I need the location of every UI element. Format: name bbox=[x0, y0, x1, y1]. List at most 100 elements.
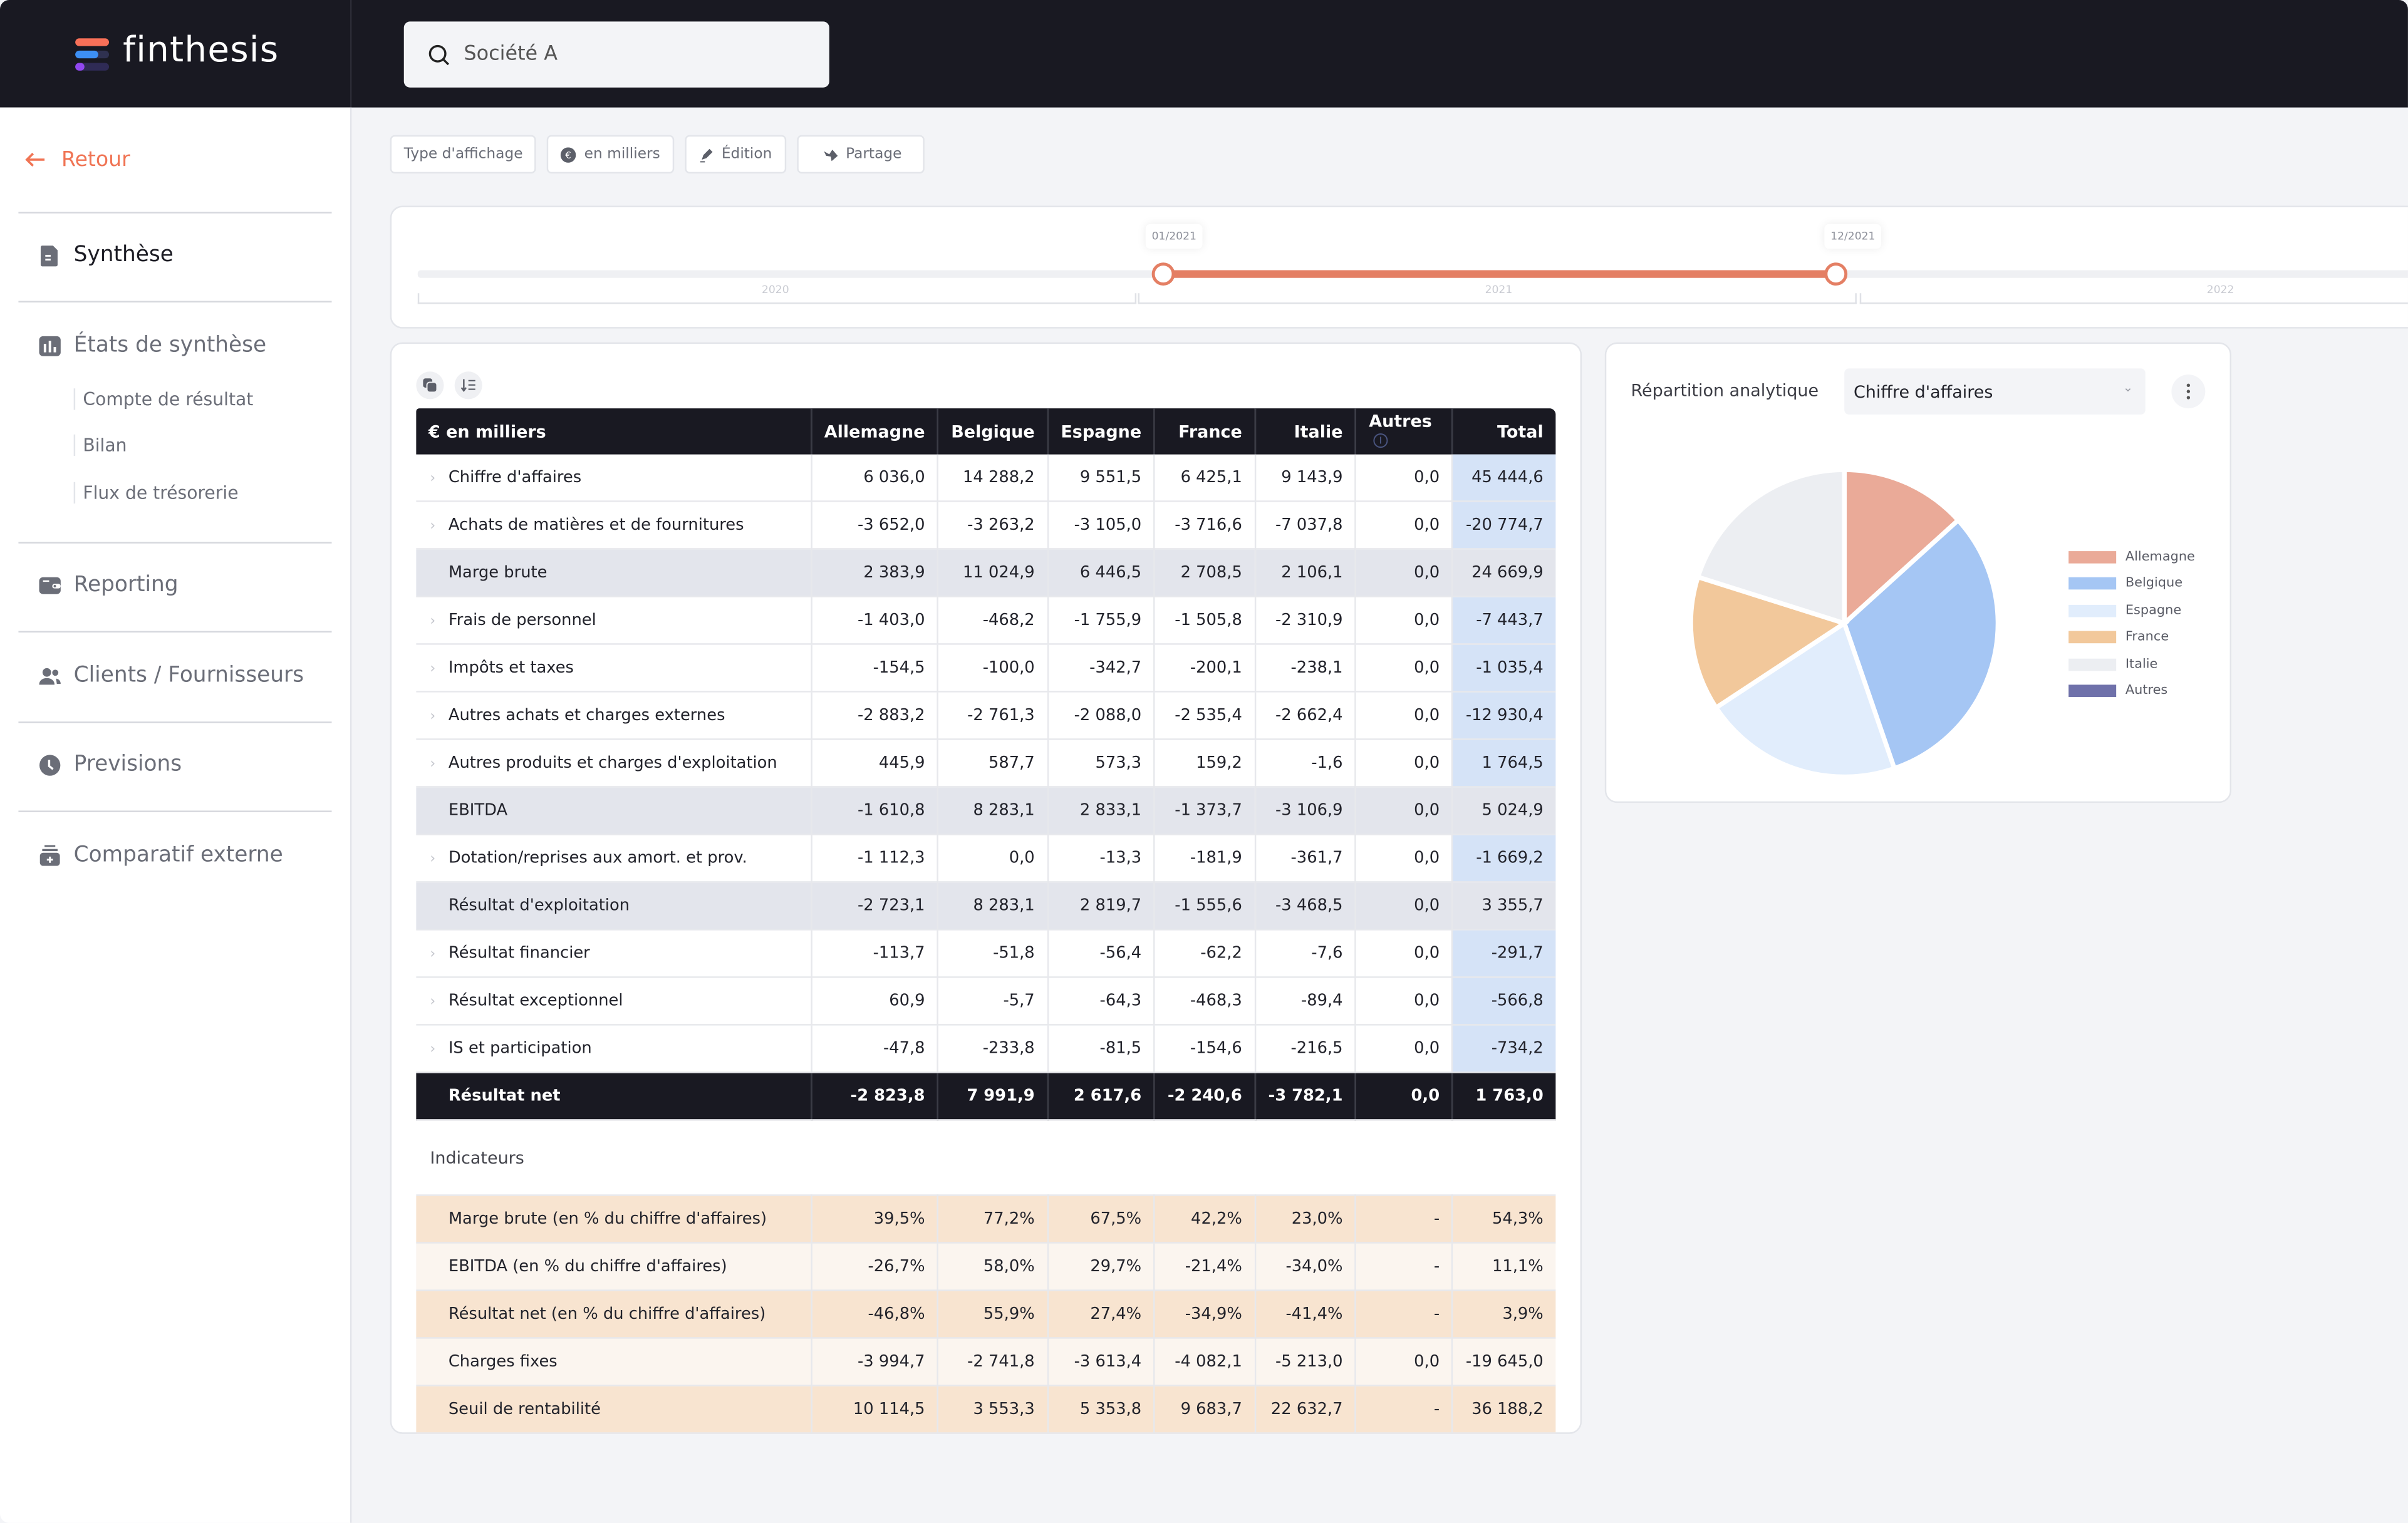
chevron-right-icon[interactable]: › bbox=[430, 519, 439, 535]
value-cell: -154,6 bbox=[1154, 1025, 1256, 1073]
row-label: › Résultat exceptionnel bbox=[416, 977, 812, 1026]
column-header-unit: € en milliers bbox=[416, 408, 812, 455]
sort-icon bbox=[460, 379, 475, 392]
info-icon[interactable] bbox=[1374, 433, 1389, 448]
row-label-text: Impôts et taxes bbox=[448, 658, 574, 678]
table-row[interactable]: › Résultat exceptionnel 60,9 -5,7 -64,3 -468,… bbox=[416, 977, 1556, 1026]
edit-button[interactable]: Édition bbox=[684, 135, 786, 174]
wallet-icon bbox=[39, 576, 61, 594]
indicator-total-cell: 11,1% bbox=[1452, 1242, 1556, 1291]
back-link[interactable]: Retour bbox=[24, 147, 130, 172]
indicator-label-text: EBITDA (en % du chiffre d'affaires) bbox=[448, 1257, 727, 1276]
value-cell: 9 551,5 bbox=[1047, 454, 1156, 502]
search-input[interactable] bbox=[460, 41, 805, 68]
sidebar-subitem-bilan[interactable]: Bilan bbox=[73, 434, 127, 457]
row-label-text: Dotation/reprises aux amort. et prov. bbox=[448, 849, 747, 868]
legend-item-belgique[interactable]: Belgique bbox=[2068, 570, 2195, 597]
table-row[interactable]: › Frais de personnel -1 403,0 -468,2 -1 755,… bbox=[416, 596, 1556, 645]
column-header-autres[interactable]: Autres bbox=[1356, 408, 1454, 455]
value-cell: -2 310,9 bbox=[1255, 596, 1357, 645]
indicator-value-cell: -21,4% bbox=[1154, 1242, 1256, 1291]
value-cell: -1 505,8 bbox=[1154, 596, 1256, 645]
legend-item-espagne[interactable]: Espagne bbox=[2068, 597, 2195, 624]
more-options-button[interactable] bbox=[2171, 374, 2206, 409]
timeline-end-handle[interactable] bbox=[1824, 262, 1848, 286]
period-timeline: 01/2021 12/2021 2020 2021 2022 bbox=[390, 205, 2408, 329]
column-header-france[interactable]: France bbox=[1154, 408, 1256, 455]
year-label[interactable]: 2021 bbox=[1485, 284, 1513, 297]
display-type-label: Type d'affichage bbox=[403, 145, 523, 163]
value-cell: -7,6 bbox=[1255, 929, 1357, 978]
sidebar-item-etats-de-synthese[interactable]: États de synthèse bbox=[38, 333, 266, 358]
sidebar-subitem-flux-de-tresorerie[interactable]: Flux de trésorerie bbox=[73, 482, 239, 504]
legend-item-france[interactable]: France bbox=[2068, 624, 2195, 651]
chevron-right-icon[interactable]: › bbox=[430, 852, 439, 868]
legend-item-allemagne[interactable]: Allemagne bbox=[2068, 544, 2195, 570]
sidebar-item-comparatif-externe[interactable]: Comparatif externe bbox=[38, 843, 283, 867]
table-row[interactable]: › IS et participation -47,8 -233,8 -81,5 -154… bbox=[416, 1025, 1556, 1073]
year-label[interactable]: 2022 bbox=[2207, 284, 2234, 297]
chevron-right-icon[interactable]: › bbox=[430, 757, 439, 773]
panel-title: Répartition analytique bbox=[1631, 380, 1819, 401]
indicator-value-cell: 58,0% bbox=[938, 1242, 1049, 1291]
chevron-right-icon[interactable]: › bbox=[430, 662, 439, 678]
chevron-right-icon[interactable]: › bbox=[430, 1043, 439, 1058]
total-cell: -734,2 bbox=[1452, 1025, 1556, 1073]
indicator-row: Charges fixes -3 994,7 -2 741,8 -3 613,4 -4 … bbox=[416, 1338, 1556, 1386]
display-type-button[interactable]: Type d'affichage bbox=[390, 135, 537, 174]
column-header-allemagne[interactable]: Allemagne bbox=[811, 408, 939, 455]
value-cell: -233,8 bbox=[938, 1025, 1049, 1073]
chevron-right-icon[interactable]: › bbox=[430, 472, 439, 487]
value-cell: -154,5 bbox=[811, 644, 939, 693]
brand-name: finthesis bbox=[123, 31, 279, 71]
column-header-belgique[interactable]: Belgique bbox=[938, 408, 1049, 455]
sidebar-item-label: Comparatif externe bbox=[73, 842, 283, 868]
chevron-right-icon[interactable]: › bbox=[430, 947, 439, 963]
indicator-label: Marge brute (en % du chiffre d'affaires) bbox=[416, 1195, 812, 1244]
units-button[interactable]: € en milliers bbox=[547, 135, 674, 174]
value-cell: 0,0 bbox=[1356, 501, 1454, 550]
table-row[interactable]: › Autres produits et charges d'exploitati… bbox=[416, 739, 1556, 788]
legend-item-autres[interactable]: Autres bbox=[2068, 678, 2195, 705]
sidebar-item-clients-fournisseurs[interactable]: Clients / Fournisseurs bbox=[38, 663, 304, 688]
value-cell: -342,7 bbox=[1047, 644, 1156, 693]
indicator-value-cell: 5 353,8 bbox=[1047, 1385, 1156, 1434]
row-label: › Impôts et taxes bbox=[416, 644, 812, 693]
column-header-espagne[interactable]: Espagne bbox=[1047, 408, 1156, 455]
chevron-right-icon[interactable]: › bbox=[430, 710, 439, 725]
total-cell: 5 024,9 bbox=[1452, 787, 1556, 835]
table-row[interactable]: › Résultat financier -113,7 -51,8 -56,4 -62,2… bbox=[416, 929, 1556, 978]
metric-select[interactable]: Chiffre d'affaires ⌄ bbox=[1844, 368, 2146, 415]
sidebar-item-previsions[interactable]: Previsions bbox=[38, 752, 182, 777]
row-label: › Achats de matières et de fournitures bbox=[416, 501, 812, 550]
sort-button[interactable] bbox=[454, 371, 482, 400]
table-row[interactable]: › Achats de matières et de fournitures -3 … bbox=[416, 501, 1556, 550]
sidebar-subitem-compte-de-resultat[interactable]: Compte de résultat bbox=[73, 388, 254, 410]
value-cell: 2 617,6 bbox=[1047, 1072, 1156, 1121]
table-row[interactable]: › Impôts et taxes -154,5 -100,0 -342,7 -200,1… bbox=[416, 644, 1556, 693]
timeline-start-handle[interactable] bbox=[1151, 262, 1175, 286]
divider bbox=[18, 631, 332, 633]
row-label: › Résultat financier bbox=[416, 929, 812, 978]
logo[interactable]: finthesis bbox=[0, 0, 352, 108]
value-cell: -200,1 bbox=[1154, 644, 1256, 693]
indicator-value-cell: 42,2% bbox=[1154, 1195, 1256, 1244]
table-row[interactable]: › Autres achats et charges externes -2 883… bbox=[416, 691, 1556, 740]
row-label: › Frais de personnel bbox=[416, 596, 812, 645]
table-row[interactable]: › Dotation/reprises aux amort. et prov. -1… bbox=[416, 834, 1556, 883]
chevron-right-icon[interactable]: › bbox=[430, 614, 439, 630]
share-button[interactable]: Partage bbox=[796, 135, 925, 174]
indicator-value-cell: - bbox=[1356, 1290, 1454, 1339]
sidebar-item-label: Synthèse bbox=[73, 242, 174, 267]
copy-button[interactable] bbox=[416, 371, 444, 400]
sidebar-item-reporting[interactable]: Reporting bbox=[38, 572, 179, 597]
sidebar-item-synthese[interactable]: Synthèse bbox=[38, 242, 174, 267]
company-search[interactable] bbox=[403, 21, 829, 88]
chevron-right-icon[interactable]: › bbox=[430, 995, 439, 1011]
table-row[interactable]: › Chiffre d'affaires 6 036,0 14 288,2 9 551,… bbox=[416, 454, 1556, 502]
column-header-total[interactable]: Total bbox=[1452, 408, 1556, 455]
column-header-italie[interactable]: Italie bbox=[1255, 408, 1357, 455]
year-label[interactable]: 2020 bbox=[762, 284, 789, 297]
total-cell: -1 669,2 bbox=[1452, 834, 1556, 883]
legend-item-italie[interactable]: Italie bbox=[2068, 651, 2195, 678]
